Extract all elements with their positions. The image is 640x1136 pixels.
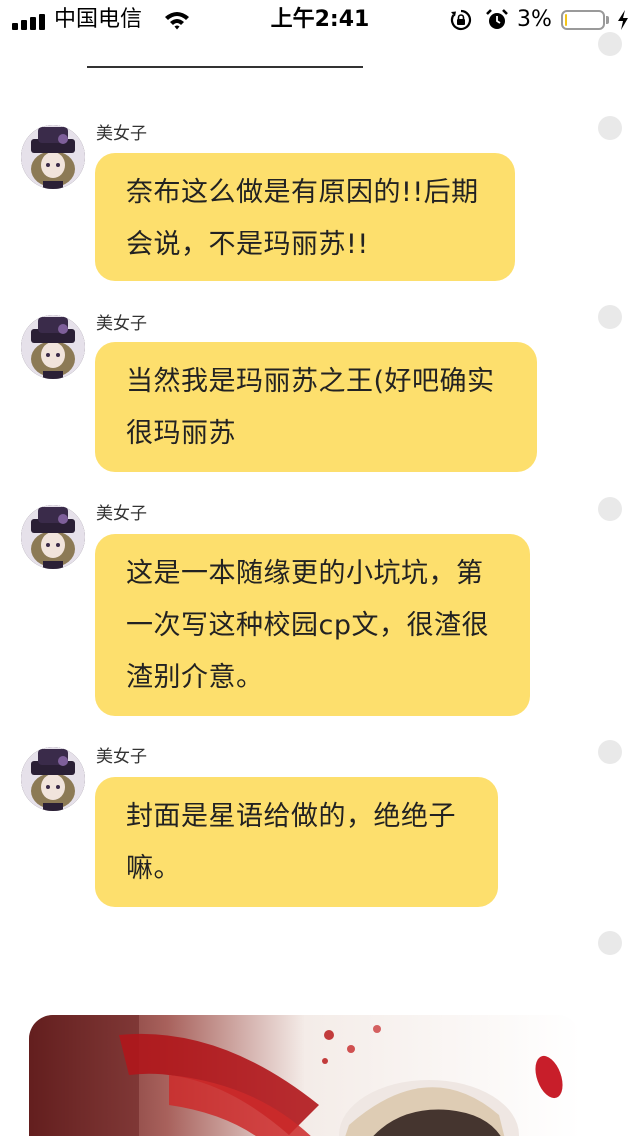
message-line: 渣别介意。 xyxy=(126,662,264,693)
message-line: 奈布这么做是有原因的!!后期 xyxy=(126,177,479,208)
avatar[interactable] xyxy=(21,125,85,189)
avatar[interactable] xyxy=(21,747,85,811)
sender-name: 美女子 xyxy=(96,504,147,524)
message-indicator-dot[interactable] xyxy=(598,116,622,140)
message-line: 当然我是玛丽苏之王(好吧确实 xyxy=(126,366,495,397)
status-bar: 中国电信 上午2:41 3% xyxy=(0,0,640,40)
message-line: 封面是星语给做的，绝绝子 xyxy=(126,801,456,832)
message-indicator-dot[interactable] xyxy=(598,931,622,955)
sender-name: 美女子 xyxy=(96,747,147,767)
message-line: 会说，不是玛丽苏!! xyxy=(126,229,369,260)
message-bubble[interactable]: 奈布这么做是有原因的!!后期 会说，不是玛丽苏!! xyxy=(95,153,515,281)
message-line: 一次写这种校园cp文，很渣很 xyxy=(126,610,489,641)
cover-image[interactable] xyxy=(29,1015,581,1136)
orientation-lock-icon xyxy=(450,9,472,31)
sender-name: 美女子 xyxy=(96,314,147,334)
battery-percent: 3% xyxy=(517,7,552,32)
message-indicator-dot[interactable] xyxy=(598,740,622,764)
divider-line xyxy=(87,66,363,68)
avatar[interactable] xyxy=(21,315,85,379)
message-bubble[interactable]: 封面是星语给做的，绝绝子 嘛。 xyxy=(95,777,498,907)
battery-level-fill xyxy=(565,14,567,26)
alarm-icon xyxy=(485,8,509,32)
message-indicator-dot[interactable] xyxy=(598,32,622,56)
message-indicator-dot[interactable] xyxy=(598,305,622,329)
sender-name: 美女子 xyxy=(96,124,147,144)
message-line: 很玛丽苏 xyxy=(126,418,236,449)
battery-icon xyxy=(561,10,605,30)
message-indicator-dot[interactable] xyxy=(598,497,622,521)
message-bubble[interactable]: 当然我是玛丽苏之王(好吧确实 很玛丽苏 xyxy=(95,342,537,472)
charging-bolt-icon xyxy=(616,9,630,31)
message-line: 这是一本随缘更的小坑坑，第 xyxy=(126,558,484,589)
battery-cap xyxy=(606,16,609,24)
avatar[interactable] xyxy=(21,505,85,569)
chat-screen: 中国电信 上午2:41 3% 美女子 奈布这么做是有原因的!!后期 会说，不是玛… xyxy=(0,0,640,1136)
message-line: 嘛。 xyxy=(126,853,181,884)
message-bubble[interactable]: 这是一本随缘更的小坑坑，第 一次写这种校园cp文，很渣很 渣别介意。 xyxy=(95,534,530,716)
